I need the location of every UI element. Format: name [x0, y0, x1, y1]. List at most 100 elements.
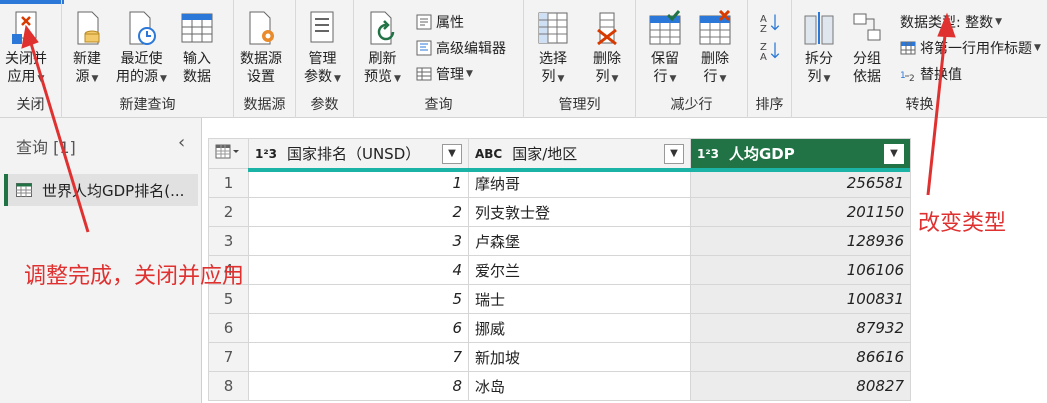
enter-data-button[interactable]: 输入 数据 [180, 10, 214, 86]
table-icon [16, 183, 32, 197]
cell-gdp[interactable]: 106106 [690, 255, 911, 285]
close-apply-button[interactable]: 关闭并 应用 ▼ [5, 10, 47, 88]
svg-text:A: A [760, 52, 767, 60]
use-first-row-as-headers-button[interactable]: 将第一行用作标题 ▼ [900, 38, 1041, 58]
cell-gdp[interactable]: 86616 [690, 342, 911, 372]
sort-ascending-button[interactable]: AZ [760, 12, 784, 32]
cell-rank[interactable]: 6 [248, 313, 469, 343]
table-row[interactable]: 6 6 挪威 87932 [208, 313, 911, 343]
manage-parameters-button[interactable]: 管理 参数 ▼ [304, 10, 341, 88]
table-row[interactable]: 2 2 列支敦士登 201150 [208, 197, 911, 227]
remove-columns-button[interactable]: 删除 列 ▼ [590, 10, 624, 88]
query-item[interactable]: 世界人均GDP排名(... [4, 174, 198, 206]
table-row[interactable]: 7 7 新加坡 86616 [208, 342, 911, 372]
recent-sources-button[interactable]: 最近使 用的源 ▼ [116, 10, 167, 88]
type-icon-number[interactable]: 1²3 [697, 147, 719, 161]
manage-icon [416, 67, 432, 81]
filter-dropdown-icon[interactable]: ▼ [884, 143, 904, 164]
manage-query-button[interactable]: 管理 ▼ [416, 64, 473, 84]
cell-rank[interactable]: 2 [248, 197, 469, 227]
sort-descending-icon: ZA [760, 42, 780, 60]
properties-button[interactable]: 属性 [416, 12, 464, 32]
row-number[interactable]: 3 [208, 226, 249, 256]
refresh-icon [370, 11, 395, 45]
replace-values-icon: 12 [900, 71, 915, 82]
cell-rank[interactable]: 3 [248, 226, 469, 256]
group-new-query: 新建 源 ▼ 最近使 用的源 ▼ 输入 数据 新建查询 [62, 0, 234, 118]
svg-text:Z: Z [760, 24, 767, 32]
type-icon-text[interactable]: ABC [475, 147, 502, 161]
cell-gdp[interactable]: 256581 [690, 168, 911, 198]
cell-gdp[interactable]: 80827 [690, 371, 911, 401]
cell-gdp[interactable]: 128936 [690, 226, 911, 256]
data-type-dropdown[interactable]: 数据类型: 整数 ▼ [900, 12, 1002, 32]
new-source-icon [77, 11, 100, 45]
column-header-gdp[interactable]: 1²3 人均GDP ▼ [690, 138, 911, 169]
cell-country[interactable]: 瑞士 [468, 284, 691, 314]
group-label: 查询 [424, 97, 453, 113]
annotation-close-apply: 调整完成，关闭并应用 [24, 264, 245, 289]
data-grid: 1²3 国家排名（UNSD） ▼ ABC 国家/地区 ▼ 1²3 人均GDP ▼ 1 1 摩纳哥… [208, 138, 1047, 403]
header-row-icon [900, 41, 916, 55]
group-by-button[interactable]: 分组 依据 [850, 10, 884, 86]
cell-rank[interactable]: 4 [248, 255, 469, 285]
row-number[interactable]: 1 [208, 168, 249, 198]
choose-columns-icon [538, 12, 568, 44]
group-data-source: 数据源 设置 数据源 [234, 0, 296, 118]
table-menu-button[interactable] [208, 138, 249, 169]
cell-country[interactable]: 冰岛 [468, 371, 691, 401]
row-number[interactable]: 6 [208, 313, 249, 343]
row-number[interactable]: 7 [208, 342, 249, 372]
collapse-pane-icon[interactable]: ‹ [178, 132, 185, 153]
filter-dropdown-icon[interactable]: ▼ [442, 143, 462, 164]
cell-rank[interactable]: 8 [248, 371, 469, 401]
cell-rank[interactable]: 5 [248, 284, 469, 314]
cell-country[interactable]: 列支敦士登 [468, 197, 691, 227]
row-number[interactable]: 2 [208, 197, 249, 227]
group-reduce-rows: 保留 行 ▼ 删除 行 ▼ 减少行 [636, 0, 748, 118]
column-header-rank[interactable]: 1²3 国家排名（UNSD） ▼ [248, 138, 469, 169]
sort-descending-button[interactable]: ZA [760, 40, 784, 60]
group-label: 参数 [310, 97, 339, 113]
cell-country[interactable]: 爱尔兰 [468, 255, 691, 285]
filter-dropdown-icon[interactable]: ▼ [664, 143, 684, 164]
cell-rank[interactable]: 7 [248, 342, 469, 372]
cell-gdp[interactable]: 87932 [690, 313, 911, 343]
table-row[interactable]: 4 4 爱尔兰 106106 [208, 255, 911, 285]
group-parameters: 管理 参数 ▼ 参数 [296, 0, 354, 118]
choose-columns-button[interactable]: 选择 列 ▼ [536, 10, 570, 88]
type-icon-number[interactable]: 1²3 [255, 147, 277, 161]
split-column-button[interactable]: 拆分 列 ▼ [802, 10, 836, 88]
keep-rows-button[interactable]: 保留 行 ▼ [648, 10, 682, 88]
parameters-icon [310, 11, 334, 43]
new-source-button[interactable]: 新建 源 ▼ [70, 10, 104, 88]
table-row[interactable]: 5 5 瑞士 100831 [208, 284, 911, 314]
sort-ascending-icon: AZ [760, 14, 780, 32]
data-source-settings-button[interactable]: 数据源 设置 [240, 10, 282, 86]
cell-country[interactable]: 卢森堡 [468, 226, 691, 256]
group-transform: 拆分 列 ▼ 分组 依据 数据类型: 整数 ▼ 将第一行用作标题 ▼ 12 替换值 转… [792, 0, 1047, 118]
cell-country[interactable]: 挪威 [468, 313, 691, 343]
remove-rows-icon [699, 10, 731, 45]
table-menu-icon [215, 144, 239, 158]
properties-icon [416, 14, 432, 30]
cell-country[interactable]: 新加坡 [468, 342, 691, 372]
refresh-preview-button[interactable]: 刷新 预览 ▼ [364, 10, 401, 88]
cell-country[interactable]: 摩纳哥 [468, 168, 691, 198]
keep-rows-icon [649, 10, 681, 45]
cell-rank[interactable]: 1 [248, 168, 469, 198]
group-query: 刷新 预览 ▼ 属性 高级编辑器 管理 ▼ 查询 [354, 0, 524, 118]
column-header-country[interactable]: ABC 国家/地区 ▼ [468, 138, 691, 169]
cell-gdp[interactable]: 100831 [690, 284, 911, 314]
table-row[interactable]: 3 3 卢森堡 128936 [208, 226, 911, 256]
group-close: 关闭并 应用 ▼ 关闭 [0, 0, 62, 118]
table-row[interactable]: 1 1 摩纳哥 256581 [208, 168, 911, 198]
remove-rows-button[interactable]: 删除 行 ▼ [698, 10, 732, 88]
cell-gdp[interactable]: 201150 [690, 197, 911, 227]
replace-values-button[interactable]: 12 替换值 [900, 64, 962, 84]
table-row[interactable]: 8 8 冰岛 80827 [208, 371, 911, 401]
advanced-editor-button[interactable]: 高级编辑器 [416, 38, 506, 58]
group-label: 管理列 [558, 97, 601, 113]
row-number[interactable]: 8 [208, 371, 249, 401]
group-sort: AZ ZA 排序 [748, 0, 792, 118]
